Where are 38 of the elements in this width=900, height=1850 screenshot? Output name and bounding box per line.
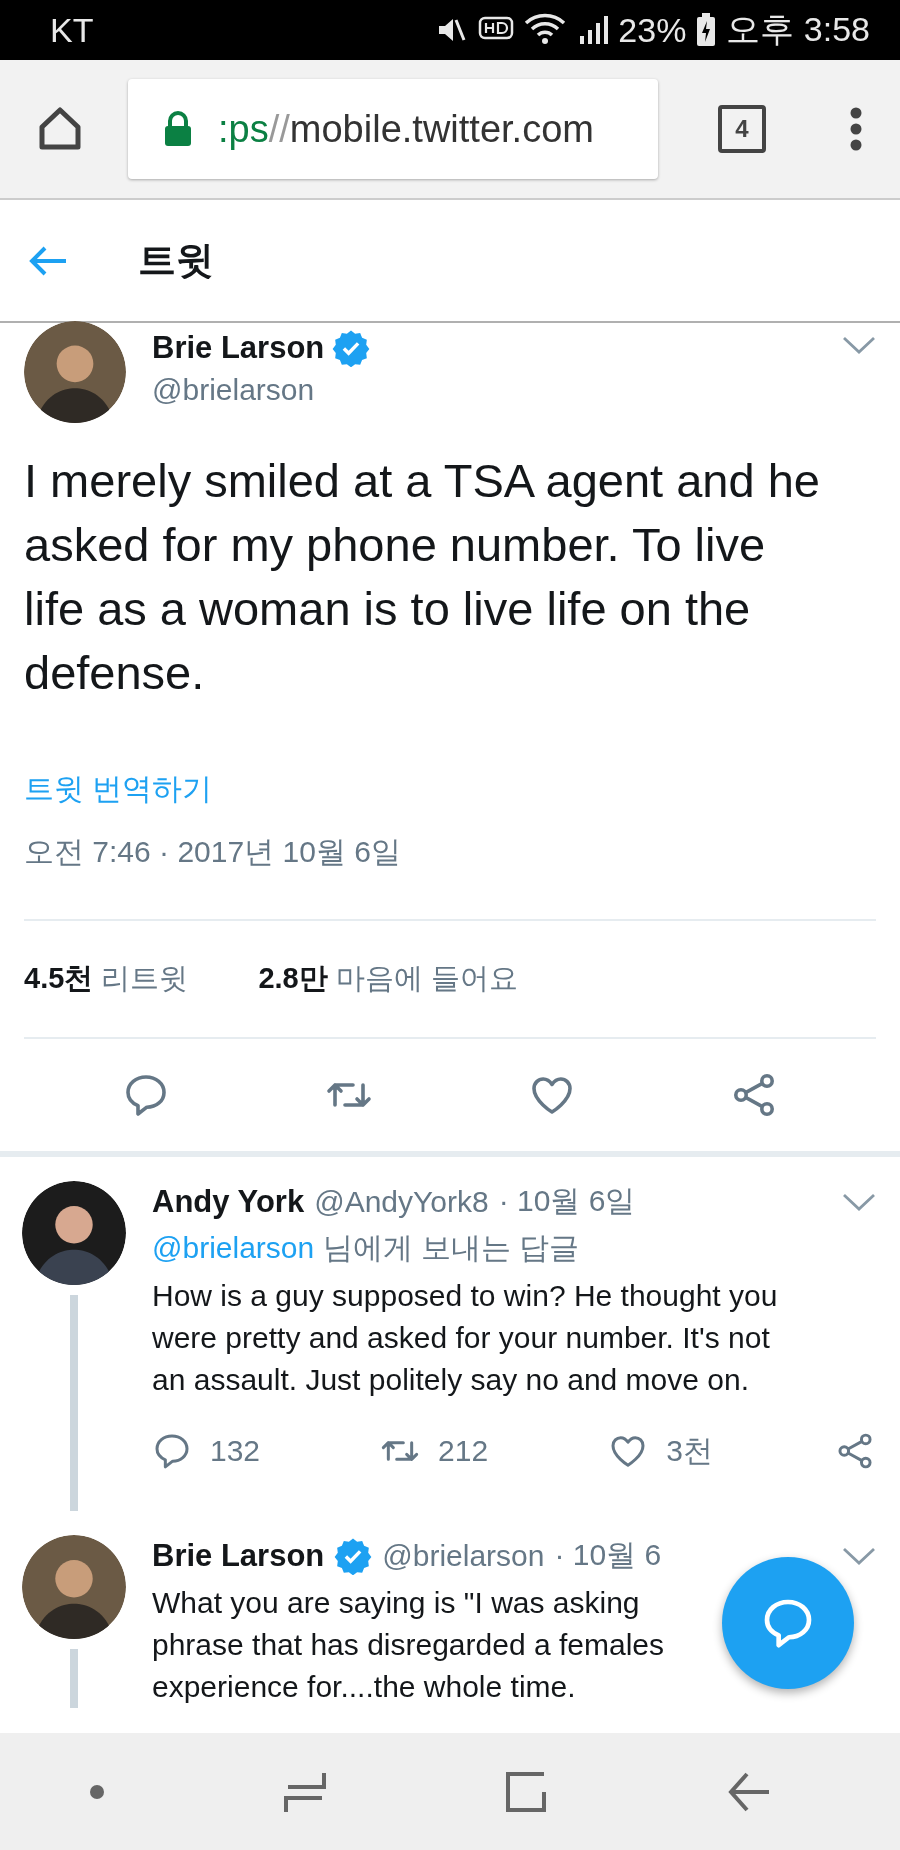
reply-text: What you are saying is "I was asking phrase that has disregarded a females experience for....the whole time. bbox=[152, 1585, 664, 1705]
signal-icon bbox=[578, 14, 609, 46]
like-count[interactable]: 2.8만 마음에 들어요 bbox=[258, 959, 518, 999]
avatar[interactable] bbox=[22, 1535, 126, 1639]
like-count: 3천 bbox=[666, 1432, 713, 1469]
reply-count: 132 bbox=[210, 1434, 261, 1468]
author-handle[interactable]: @brielarson bbox=[382, 1538, 545, 1573]
avatar[interactable] bbox=[24, 321, 126, 423]
retweet-count: 212 bbox=[438, 1434, 489, 1468]
chevron-down-icon[interactable] bbox=[842, 335, 876, 355]
dot-icon[interactable] bbox=[89, 1783, 106, 1800]
reply-text: How is a guy supposed to win? He thought you were pretty and asked for your number. It's not an assault. Just politely say no and move on. bbox=[152, 1278, 778, 1398]
battery-percent: 23% bbox=[618, 10, 687, 50]
address-bar[interactable]: :ps//mobile.twitter.com bbox=[128, 79, 658, 179]
home-button-icon[interactable] bbox=[504, 1769, 549, 1814]
chevron-down-icon[interactable] bbox=[842, 1191, 876, 1212]
author-handle[interactable]: @brielarson bbox=[152, 373, 816, 407]
tab-count-button[interactable]: 4 bbox=[718, 105, 766, 153]
tweet-date: · 10월 6 bbox=[554, 1537, 662, 1573]
battery-charging-icon bbox=[696, 13, 717, 47]
carrier-label: KT bbox=[50, 10, 94, 50]
tweet-date: · 10월 6일 bbox=[498, 1183, 636, 1219]
chevron-down-icon[interactable] bbox=[842, 1545, 876, 1566]
more-options-icon[interactable] bbox=[848, 105, 864, 153]
page-title: 트윗 bbox=[138, 238, 214, 283]
avatar[interactable] bbox=[22, 1181, 126, 1285]
author-name[interactable]: Brie Larson bbox=[152, 330, 325, 366]
clock-time: 오후 3:58 bbox=[726, 9, 870, 50]
tweet-timestamp: 오전 7:46 · 2017년 10월 6일 bbox=[24, 834, 402, 870]
back-arrow-icon[interactable] bbox=[28, 244, 68, 277]
tweet-text: I merely smiled at a TSA agent and he asked for my phone number. To live life as a woman is to live life on the defense. bbox=[24, 453, 821, 701]
author-handle[interactable]: @AndyYork8 bbox=[314, 1184, 489, 1219]
author-name[interactable]: Andy York bbox=[152, 1183, 305, 1220]
reply-to-label: @brielarson 님에게 보내는 답글 bbox=[152, 1230, 581, 1266]
compose-button[interactable] bbox=[722, 1557, 854, 1689]
retweet-count[interactable]: 4.5천 리트윗 bbox=[24, 959, 189, 999]
lock-icon bbox=[164, 111, 192, 147]
author-name[interactable]: Brie Larson bbox=[152, 1537, 325, 1574]
